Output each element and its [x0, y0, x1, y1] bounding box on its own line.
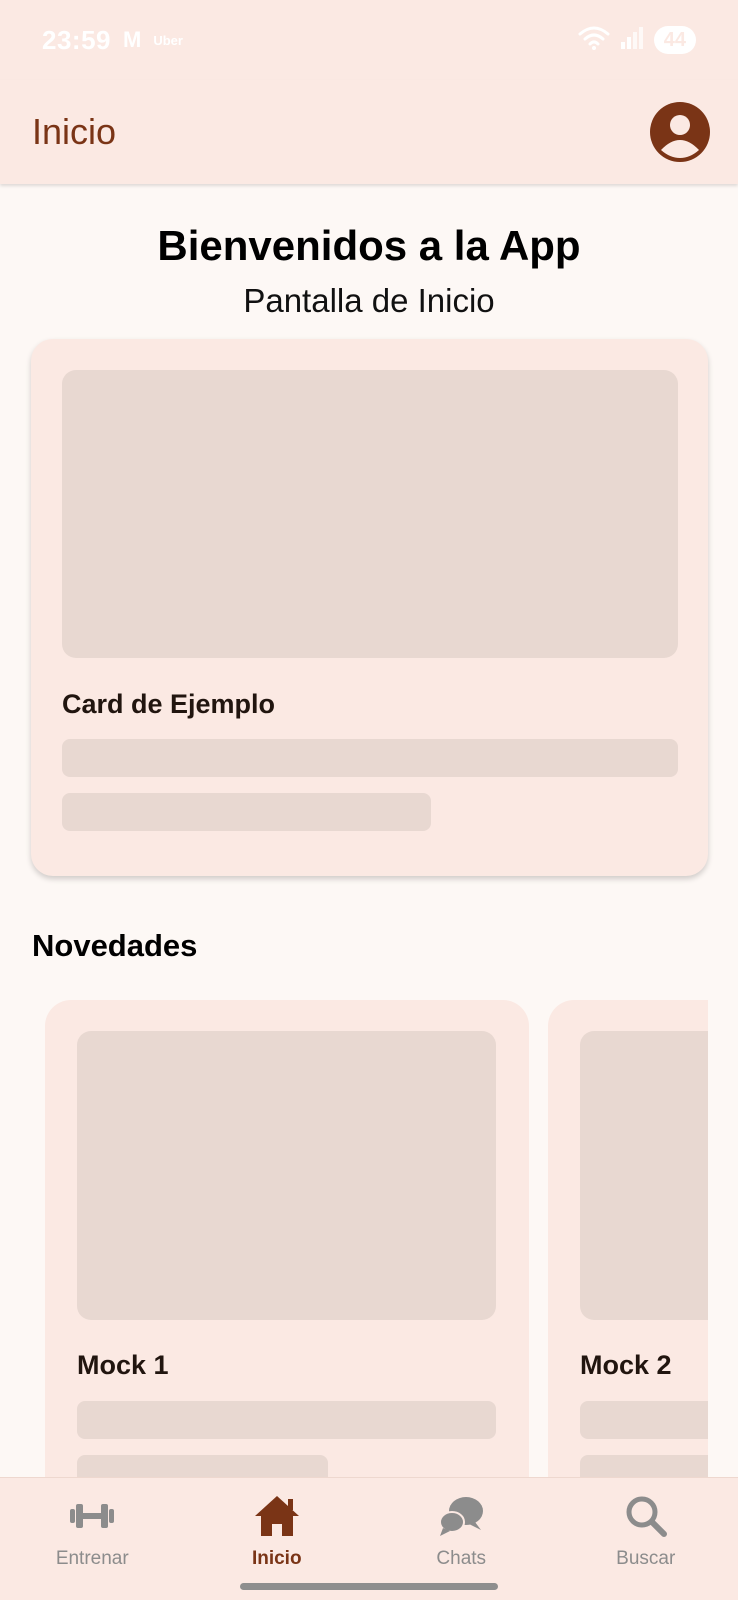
- nav-label: Entrenar: [55, 1548, 129, 1569]
- card-image-placeholder: [62, 370, 678, 658]
- page-title: Inicio: [32, 111, 117, 152]
- status-time: 23:59: [42, 24, 111, 55]
- dumbbell-icon: [68, 1492, 116, 1540]
- nav-item-entrenar[interactable]: Entrenar: [0, 1478, 185, 1600]
- nav-label: Buscar: [616, 1548, 676, 1569]
- status-right: 44: [578, 25, 696, 56]
- status-bar: 23:59 M Uber 44: [0, 0, 738, 80]
- news-card[interactable]: Mock 2: [548, 1000, 708, 1477]
- wifi-icon: [578, 25, 610, 56]
- news-card-title: Mock 2: [580, 1350, 672, 1380]
- welcome-subtitle: Pantalla de Inicio: [243, 282, 495, 319]
- nav-item-chats[interactable]: Chats: [369, 1478, 554, 1600]
- app-bar: Inicio: [0, 80, 738, 184]
- news-text-placeholder: [77, 1401, 496, 1439]
- gmail-notification-icon: M: [123, 27, 142, 52]
- example-card[interactable]: Card de Ejemplo: [31, 339, 708, 876]
- news-card-title: Mock 1: [77, 1350, 169, 1380]
- nav-item-inicio[interactable]: Inicio: [185, 1478, 370, 1600]
- news-text-placeholder: [77, 1455, 328, 1477]
- bottom-navigation: Entrenar Inicio Chats Buscar: [0, 1477, 738, 1600]
- account-circle-icon[interactable]: [650, 102, 710, 162]
- welcome-title: Bienvenidos a la App: [157, 222, 581, 269]
- section-title: Novedades: [32, 928, 198, 963]
- news-text-placeholder: [580, 1401, 708, 1439]
- card-text-placeholder: [62, 793, 431, 831]
- signal-icon: [620, 26, 644, 55]
- status-left: 23:59 M Uber: [42, 25, 183, 56]
- battery-indicator: 44: [653, 26, 696, 54]
- card-text-placeholder: [62, 739, 678, 777]
- home-icon: [253, 1492, 301, 1540]
- nav-item-buscar[interactable]: Buscar: [554, 1478, 738, 1600]
- chat-icon: [437, 1492, 485, 1540]
- nav-label: Inicio: [251, 1548, 302, 1569]
- card-title: Card de Ejemplo: [62, 689, 276, 719]
- news-image-placeholder: [77, 1031, 496, 1320]
- home-indicator[interactable]: [240, 1583, 498, 1590]
- news-text-placeholder: [580, 1455, 708, 1477]
- news-card[interactable]: Mock 1: [45, 1000, 529, 1477]
- nav-label: Chats: [436, 1548, 487, 1569]
- news-carousel[interactable]: Mock 1 Mock 2: [31, 990, 708, 1477]
- uber-notification-icon: Uber: [153, 32, 183, 48]
- search-icon: [622, 1492, 670, 1540]
- news-image-placeholder: [580, 1031, 708, 1320]
